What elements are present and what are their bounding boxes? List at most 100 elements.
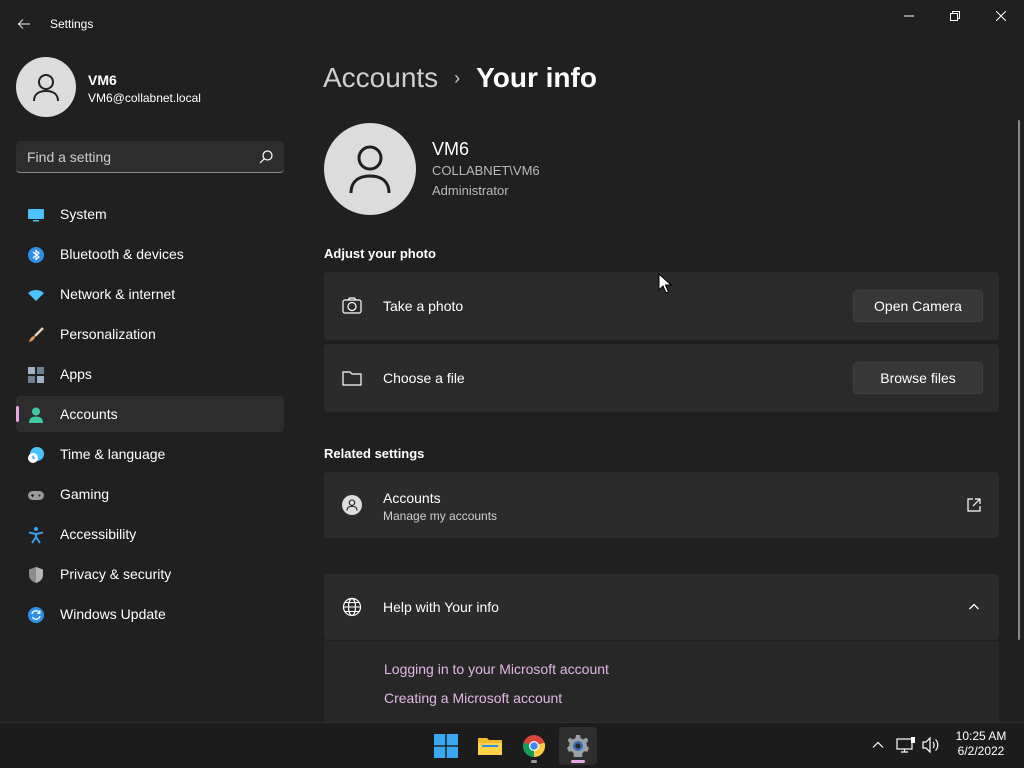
sidebar-item-label: Apps (60, 366, 92, 382)
close-icon (996, 11, 1006, 21)
chevron-up-icon[interactable] (868, 735, 888, 755)
search-icon[interactable] (258, 149, 274, 165)
clock-date: 6/2/2022 (957, 744, 1005, 758)
shield-icon (27, 566, 45, 584)
app-title: Settings (50, 17, 94, 31)
title-bar: Settings (0, 0, 1024, 48)
sidebar-item-label: Time & language (60, 446, 166, 462)
adjust-photo-heading: Adjust your photo (324, 246, 436, 261)
clock-time: 10:25 AM (955, 729, 1007, 743)
sidebar-item-privacy[interactable]: Privacy & security (16, 556, 284, 592)
taskbar (0, 722, 1024, 768)
taskbar-settings[interactable] (559, 727, 597, 765)
minimize-button[interactable] (886, 0, 932, 32)
profile-avatar (16, 57, 76, 117)
network-icon[interactable] (896, 735, 916, 755)
choose-file-label: Choose a file (383, 370, 465, 386)
taskbar-file-explorer[interactable] (471, 727, 509, 765)
breadcrumb: Accounts › Your info (323, 58, 597, 98)
clock-globe-icon (27, 446, 45, 464)
open-external-icon[interactable] (964, 495, 984, 515)
close-button[interactable] (978, 0, 1024, 32)
sidebar-item-accessibility[interactable]: Accessibility (16, 516, 284, 552)
person-icon (27, 406, 45, 424)
related-settings-heading: Related settings (324, 446, 425, 461)
chevron-up-icon[interactable] (964, 597, 984, 617)
bluetooth-icon (27, 246, 45, 264)
help-link[interactable]: Logging in to your Microsoft account (384, 661, 609, 677)
start-icon (434, 734, 458, 758)
file-explorer-icon (478, 738, 502, 755)
settings-icon (567, 735, 589, 757)
sidebar-item-label: System (60, 206, 107, 222)
minimize-icon (904, 15, 914, 17)
help-link[interactable]: Creating a Microsoft account (384, 690, 562, 706)
user-domain: COLLABNET\VM6 (432, 163, 540, 178)
arrow-left-icon (17, 19, 30, 29)
taskbar-clock[interactable]: 10:25 AM 6/2/2022 (948, 729, 1014, 759)
sidebar-item-accounts[interactable]: Accounts (16, 396, 284, 432)
sidebar-nav: System Bluetooth & devices Network & int… (16, 196, 284, 636)
chrome-icon (522, 735, 546, 758)
settings-window: Settings VM6 VM6@collabnet.local System … (0, 0, 1024, 722)
restore-icon (950, 11, 960, 21)
apps-icon (27, 366, 45, 384)
sidebar-item-bluetooth[interactable]: Bluetooth & devices (16, 236, 284, 272)
sidebar-item-windows-update[interactable]: Windows Update (16, 596, 284, 632)
breadcrumb-parent[interactable]: Accounts (323, 62, 438, 94)
back-button[interactable] (12, 12, 36, 36)
volume-icon[interactable] (921, 735, 941, 755)
mouse-cursor-icon (658, 273, 672, 294)
take-photo-label: Take a photo (383, 298, 464, 314)
profile-email: VM6@collabnet.local (88, 91, 201, 105)
sidebar-item-time-language[interactable]: Time & language (16, 436, 284, 472)
help-expander[interactable]: Help with Your info (324, 574, 999, 640)
sidebar-item-label: Accessibility (60, 526, 137, 542)
start-button[interactable] (427, 727, 465, 765)
help-title: Help with Your info (383, 599, 499, 615)
brush-icon (27, 326, 45, 344)
sidebar-item-network[interactable]: Network & internet (16, 276, 284, 312)
person-icon (349, 145, 391, 194)
scrollbar[interactable] (1018, 120, 1020, 640)
person-icon (33, 74, 59, 102)
profile-name: VM6 (88, 72, 117, 88)
sidebar-item-label: Gaming (60, 486, 110, 502)
search-box[interactable] (16, 141, 284, 173)
related-accounts-card[interactable]: Accounts Manage my accounts (324, 472, 999, 538)
person-icon (342, 495, 362, 515)
help-links-panel: Logging in to your Microsoft account Cre… (324, 641, 999, 722)
update-icon (27, 606, 45, 624)
folder-icon (342, 368, 362, 388)
sidebar-item-personalization[interactable]: Personalization (16, 316, 284, 352)
user-name: VM6 (432, 139, 470, 159)
restore-button[interactable] (932, 0, 978, 32)
sidebar-item-label: Network & internet (60, 286, 176, 302)
sidebar-item-apps[interactable]: Apps (16, 356, 284, 392)
chevron-right-icon: › (454, 67, 461, 88)
wifi-icon (27, 286, 45, 304)
sidebar-item-label: Bluetooth & devices (60, 246, 184, 262)
running-indicator (531, 760, 537, 763)
accessibility-icon (27, 526, 45, 544)
page-title: Your info (476, 62, 597, 93)
camera-icon (342, 296, 362, 316)
browse-files-button[interactable]: Browse files (853, 362, 983, 394)
open-camera-button[interactable]: Open Camera (853, 290, 983, 322)
sidebar-item-label: Accounts (60, 406, 118, 422)
sidebar-item-gaming[interactable]: Gaming (16, 476, 284, 512)
sidebar-item-label: Privacy & security (60, 566, 172, 582)
related-accounts-sublabel: Manage my accounts (383, 509, 498, 523)
taskbar-chrome[interactable] (515, 727, 553, 765)
user-avatar (324, 123, 416, 215)
system-icon (27, 206, 45, 224)
running-indicator (571, 760, 585, 763)
choose-file-card: Choose a file Browse files (324, 344, 999, 412)
sidebar-item-label: Windows Update (60, 606, 166, 622)
gamepad-icon (27, 486, 45, 504)
search-input[interactable] (16, 141, 252, 172)
sidebar-item-label: Personalization (60, 326, 156, 342)
globe-icon (342, 597, 362, 617)
related-accounts-label: Accounts (383, 490, 441, 506)
sidebar-item-system[interactable]: System (16, 196, 284, 232)
